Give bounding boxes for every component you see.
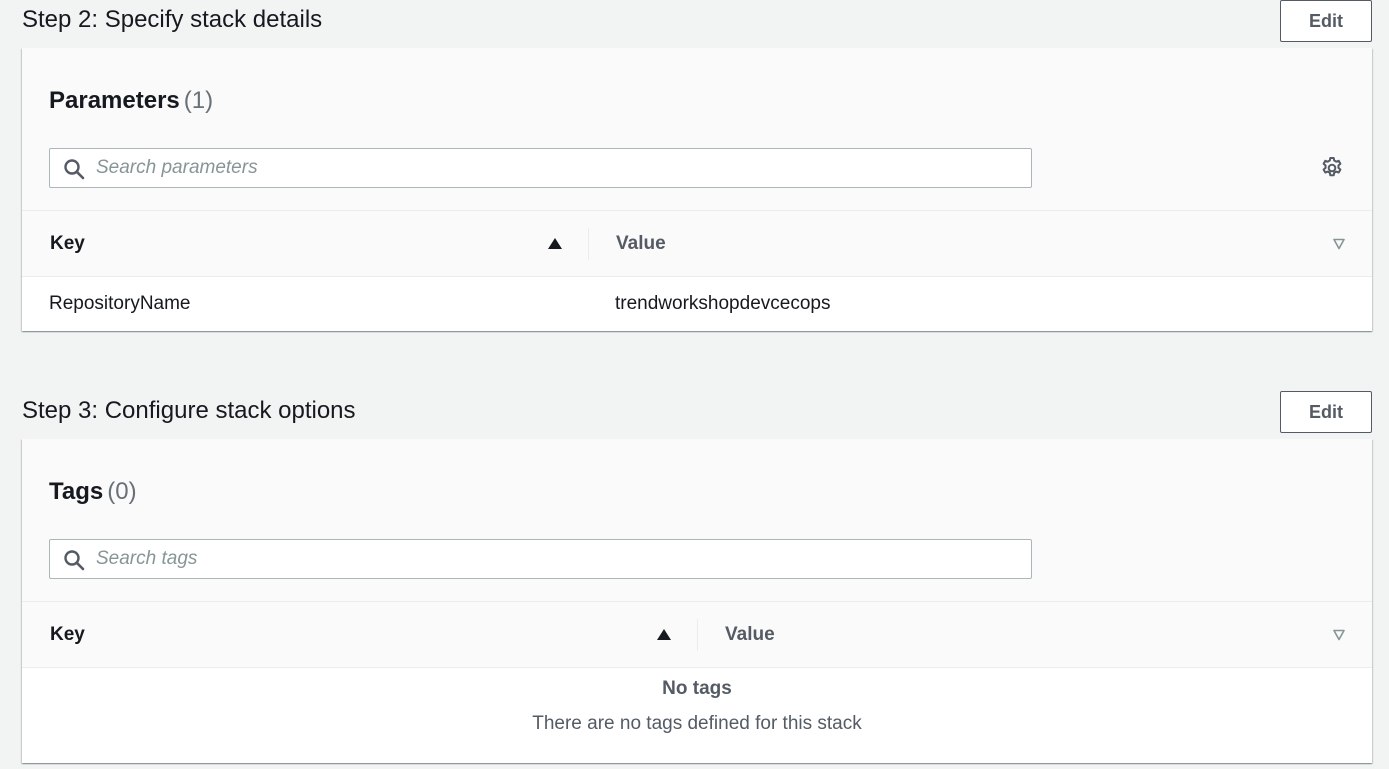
- tags-panel: Tags(0) Key Value No tags There are no t…: [22, 439, 1372, 763]
- gear-icon[interactable]: [1320, 156, 1344, 180]
- sort-ascending-icon[interactable]: [548, 238, 562, 249]
- sort-descending-icon[interactable]: [1333, 238, 1345, 250]
- parameters-search-input[interactable]: [96, 149, 1016, 187]
- empty-state-title: No tags: [662, 678, 732, 699]
- step-3-header: Step 3: Configure stack options Edit: [22, 391, 1372, 439]
- empty-state-description: There are no tags defined for this stack: [532, 713, 862, 734]
- tags-column-value[interactable]: Value: [725, 602, 775, 667]
- search-icon: [64, 159, 85, 180]
- column-divider[interactable]: [588, 228, 589, 260]
- tags-empty-state: No tags There are no tags defined for th…: [22, 668, 1372, 763]
- tags-search-input[interactable]: [96, 540, 1016, 578]
- step-2-edit-button[interactable]: Edit: [1280, 0, 1372, 42]
- parameters-count: (1): [183, 87, 214, 114]
- table-row: RepositoryName trendworkshopdevcecops: [22, 277, 1372, 331]
- tags-title-label: Tags: [49, 478, 104, 505]
- parameters-search-box: [49, 148, 1032, 188]
- parameters-column-key[interactable]: Key: [50, 211, 85, 276]
- parameters-table-header: Key Value: [22, 211, 1372, 277]
- tags-search-box: [49, 539, 1032, 579]
- step-3-edit-button[interactable]: Edit: [1280, 391, 1372, 433]
- tags-title: Tags (0): [49, 479, 137, 505]
- tags-count: (0): [107, 478, 137, 505]
- step-3-title: Step 3: Configure stack options: [22, 397, 356, 424]
- search-icon: [64, 550, 85, 571]
- step-2-header: Step 2: Specify stack details Edit: [22, 0, 1372, 48]
- parameter-key-cell: RepositoryName: [49, 293, 191, 314]
- parameters-title: Parameters (1): [49, 88, 213, 114]
- column-divider[interactable]: [697, 619, 698, 651]
- step-2-section: Step 2: Specify stack details Edit Param…: [22, 0, 1372, 331]
- tags-column-key[interactable]: Key: [50, 602, 85, 667]
- parameters-panel: Parameters(1) Key Value Re: [22, 48, 1372, 331]
- parameters-column-value[interactable]: Value: [616, 211, 666, 276]
- step-3-section: Step 3: Configure stack options Edit Tag…: [22, 391, 1372, 763]
- parameter-value-cell: trendworkshopdevcecops: [615, 293, 831, 314]
- parameters-panel-header: Parameters (1): [22, 48, 1372, 211]
- sort-descending-icon[interactable]: [1333, 629, 1345, 641]
- tags-table-header: Key Value: [22, 602, 1372, 668]
- tags-panel-header: Tags (0): [22, 439, 1372, 602]
- sort-ascending-icon[interactable]: [657, 629, 671, 640]
- parameters-title-label: Parameters: [49, 87, 180, 114]
- step-2-title: Step 2: Specify stack details: [22, 6, 323, 33]
